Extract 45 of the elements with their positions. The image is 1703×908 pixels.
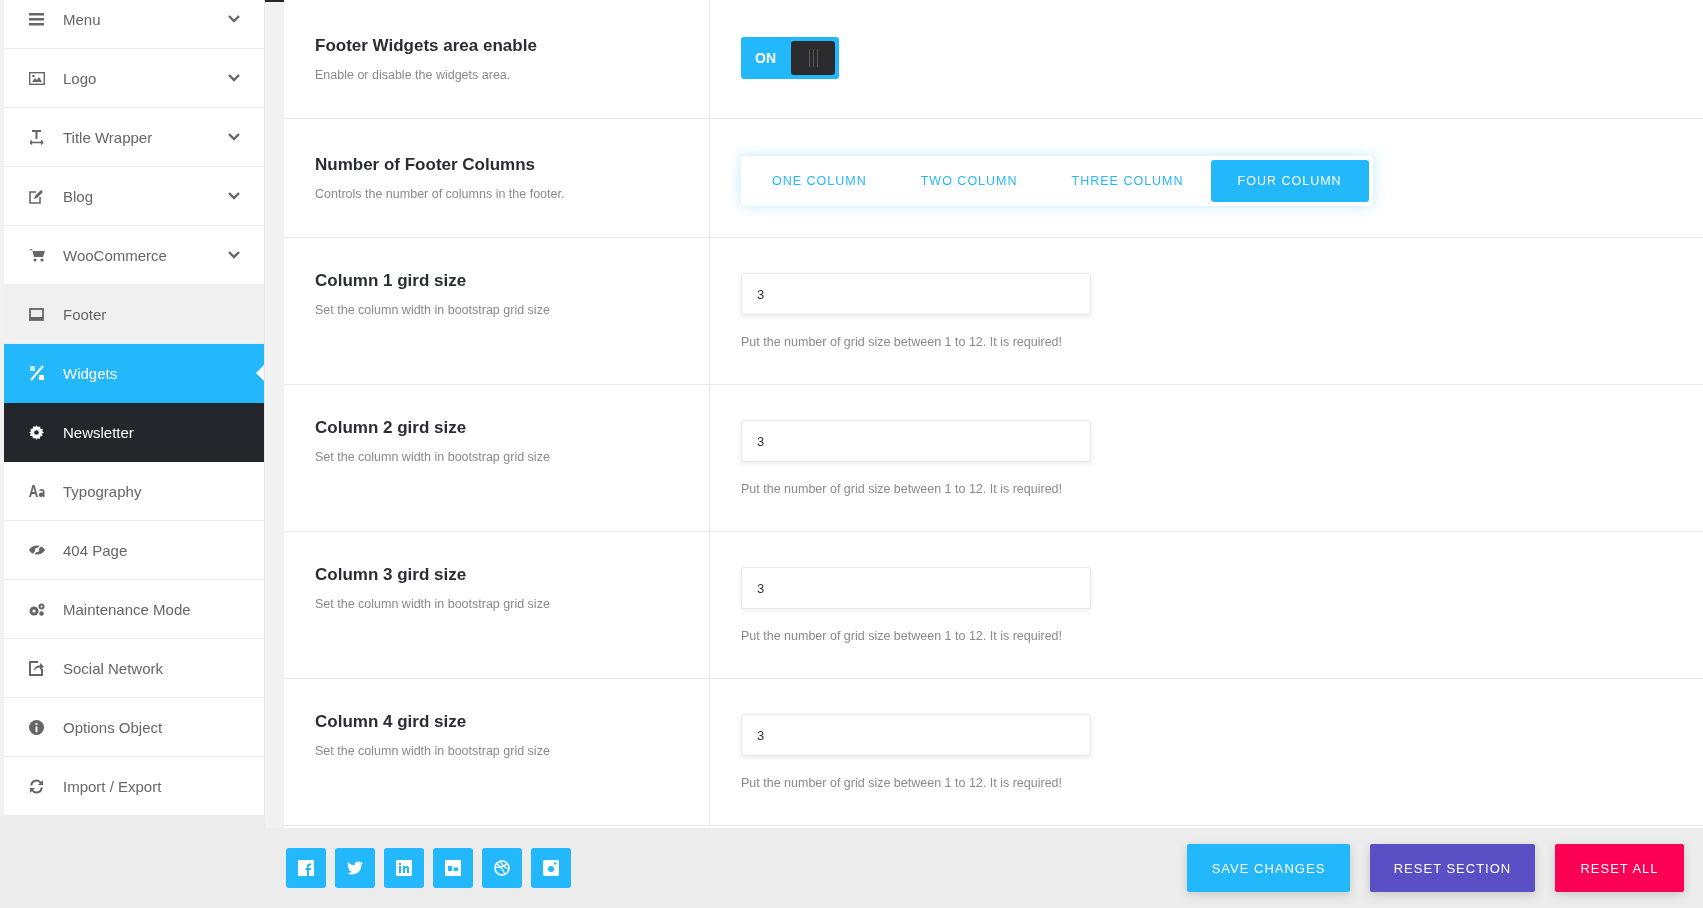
field-hint: Put the number of grid size between 1 to 12. It is required! xyxy=(741,776,1063,790)
setting-title: Column 2 gird size xyxy=(315,418,468,438)
number-field[interactable]: 3 xyxy=(741,567,1091,609)
edit-icon xyxy=(29,188,44,204)
linkedin-icon[interactable] xyxy=(384,848,424,888)
action-button[interactable]: RESET SECTION xyxy=(1370,844,1535,892)
gears-icon xyxy=(29,602,45,616)
image-icon xyxy=(29,71,45,85)
eye-slash-icon xyxy=(29,544,45,556)
behance-icon[interactable] xyxy=(433,848,473,888)
setting-title: Footer Widgets area enable xyxy=(315,36,538,56)
number-field[interactable]: 3 xyxy=(741,714,1091,756)
share-icon xyxy=(29,660,44,676)
setting-description: Set the column width in bootstrap grid size xyxy=(315,303,551,317)
settings-icon xyxy=(29,424,44,440)
setting-description: Controls the number of columns in the footer. xyxy=(315,187,566,201)
text-height-icon xyxy=(29,129,44,145)
camera-icon[interactable] xyxy=(531,848,571,888)
setting-title: Column 1 gird size xyxy=(315,271,468,291)
facebook-icon[interactable] xyxy=(286,848,326,888)
setting-title: Column 4 gird size xyxy=(315,712,468,732)
refresh-icon xyxy=(29,778,44,794)
field-hint: Put the number of grid size between 1 to 12. It is required! xyxy=(741,629,1063,643)
monitor-icon xyxy=(29,307,44,321)
field-hint: Put the number of grid size between 1 to 12. It is required! xyxy=(741,335,1063,349)
info-icon xyxy=(29,719,44,735)
sidebar-item[interactable]: Newsletter xyxy=(4,403,264,462)
percent-icon xyxy=(29,365,45,381)
setting-title: Number of Footer Columns xyxy=(315,155,537,175)
sidebar-item[interactable]: Footer xyxy=(4,285,264,344)
action-button[interactable]: RESET ALL xyxy=(1555,844,1684,892)
number-field[interactable]: 3 xyxy=(741,420,1091,462)
setting-title: Column 3 gird size xyxy=(315,565,468,585)
toggle-label: ON xyxy=(755,50,776,66)
field-hint: Put the number of grid size between 1 to 12. It is required! xyxy=(741,482,1063,496)
setting-description: Set the column width in bootstrap grid size xyxy=(315,450,551,464)
cart-icon xyxy=(29,248,45,262)
toggle-knob xyxy=(791,41,835,75)
setting-description: Set the column width in bootstrap grid size xyxy=(315,744,551,758)
setting-description: Set the column width in bootstrap grid size xyxy=(315,597,551,611)
font-icon xyxy=(29,485,45,497)
bird-icon[interactable] xyxy=(335,848,375,888)
menu-icon xyxy=(29,12,44,26)
number-field[interactable]: 3 xyxy=(741,273,1091,315)
setting-description: Enable or disable the widgets area. xyxy=(315,68,512,82)
